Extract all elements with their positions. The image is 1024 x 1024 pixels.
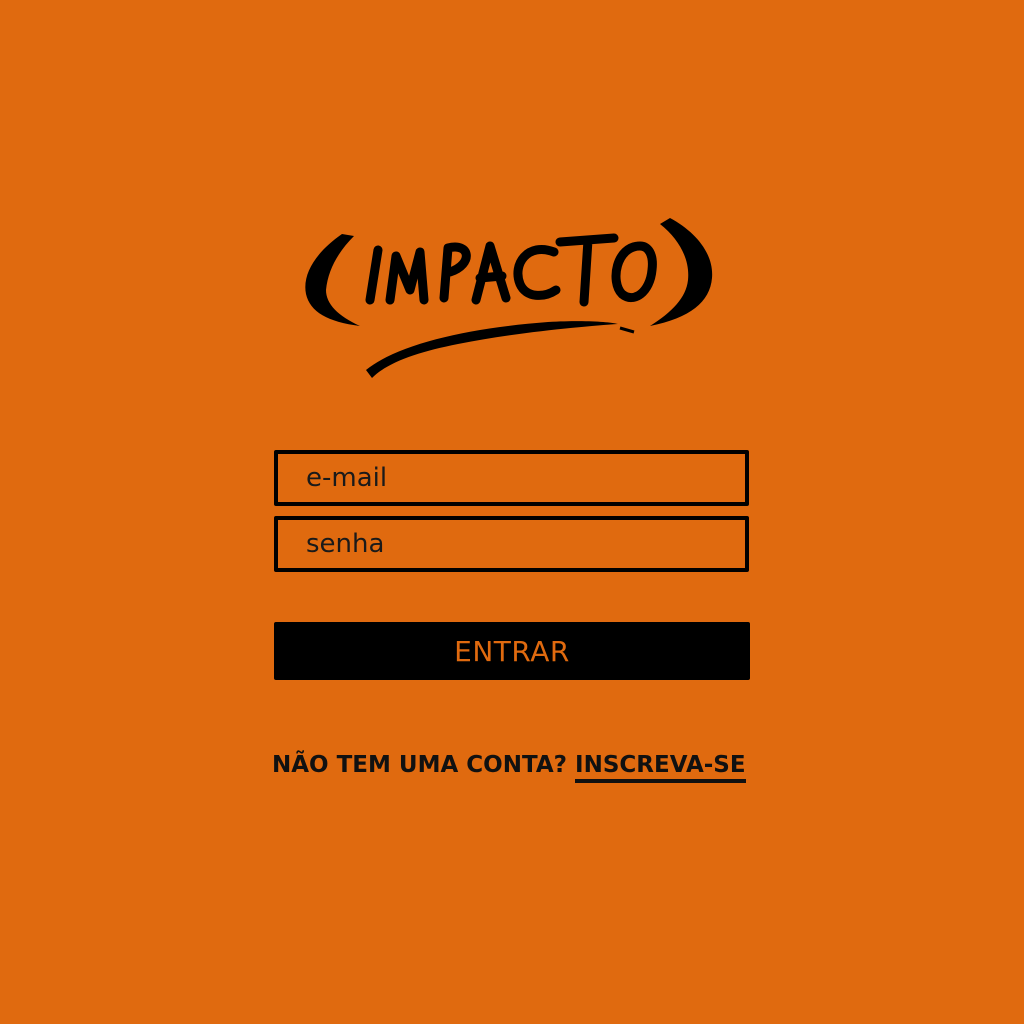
signup-prompt-line: NÃO TEM UMA CONTA? INSCREVA-SE <box>272 752 752 783</box>
login-button[interactable]: ENTRAR <box>274 622 750 680</box>
email-input[interactable] <box>278 454 745 502</box>
signup-link[interactable]: INSCREVA-SE <box>575 752 746 783</box>
email-field[interactable] <box>274 450 749 506</box>
password-input[interactable] <box>278 520 745 568</box>
impacto-games-logo <box>298 212 722 378</box>
password-field[interactable] <box>274 516 749 572</box>
signup-prompt-text: NÃO TEM UMA CONTA? <box>272 752 568 778</box>
login-page: ENTRAR NÃO TEM UMA CONTA? INSCREVA-SE <box>0 0 1024 1024</box>
